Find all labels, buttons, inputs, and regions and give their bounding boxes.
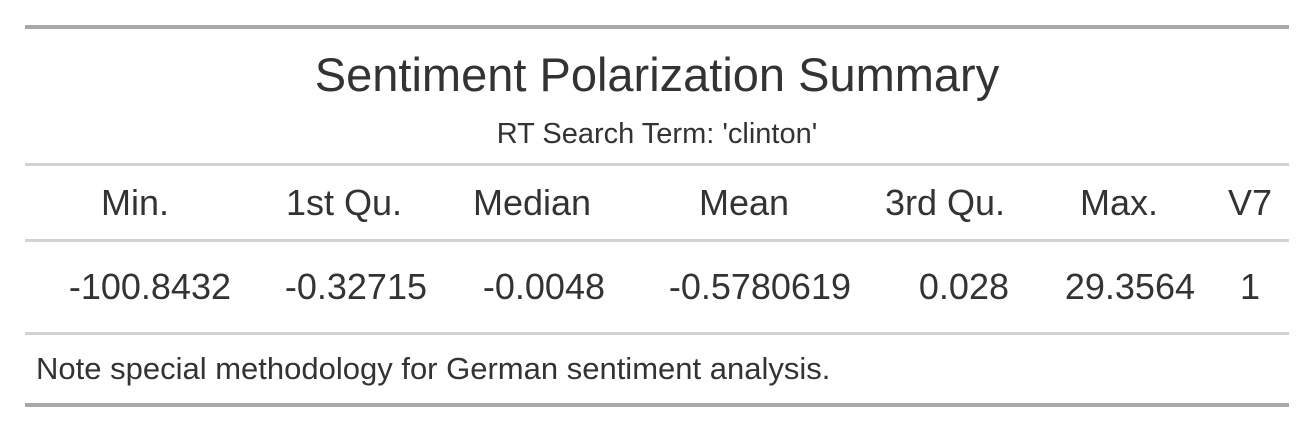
table-cell: 29.3564	[1064, 266, 1195, 307]
table-cell: 0.028	[918, 266, 1009, 307]
column-header: V7	[1227, 181, 1273, 223]
summary-table: Sentiment Polarization Summary RT Search…	[25, 25, 1289, 407]
table-cell: -100.8432	[68, 266, 231, 307]
table-cell: -0.0048	[482, 266, 605, 307]
table-heading: Sentiment Polarization Summary RT Search…	[25, 29, 1289, 163]
column-header: Median	[472, 181, 592, 223]
table-cell: -0.32715	[284, 266, 427, 307]
table-footnote: Note special methodology for German sent…	[25, 335, 1289, 403]
table-subtitle: RT Search Term: 'clinton'	[496, 118, 818, 150]
column-header: 3rd Qu.	[884, 181, 1006, 223]
table-row: -100.8432 -0.32715 -0.0048 -0.5780619 0.…	[25, 242, 1289, 332]
column-header-row: Min. 1st Qu. Median Mean 3rd Qu. Max. V7	[25, 166, 1289, 239]
bottom-rule	[25, 403, 1289, 407]
column-header: Mean	[698, 181, 790, 223]
table-cell: 1	[1239, 266, 1261, 307]
column-header: 1st Qu.	[285, 181, 403, 223]
column-header: Min.	[100, 181, 169, 223]
column-header: Max.	[1079, 181, 1158, 223]
table-title: Sentiment Polarization Summary	[314, 48, 1000, 101]
footnote-text: Note special methodology for German sent…	[36, 351, 831, 386]
table-cell: -0.5780619	[668, 266, 851, 307]
